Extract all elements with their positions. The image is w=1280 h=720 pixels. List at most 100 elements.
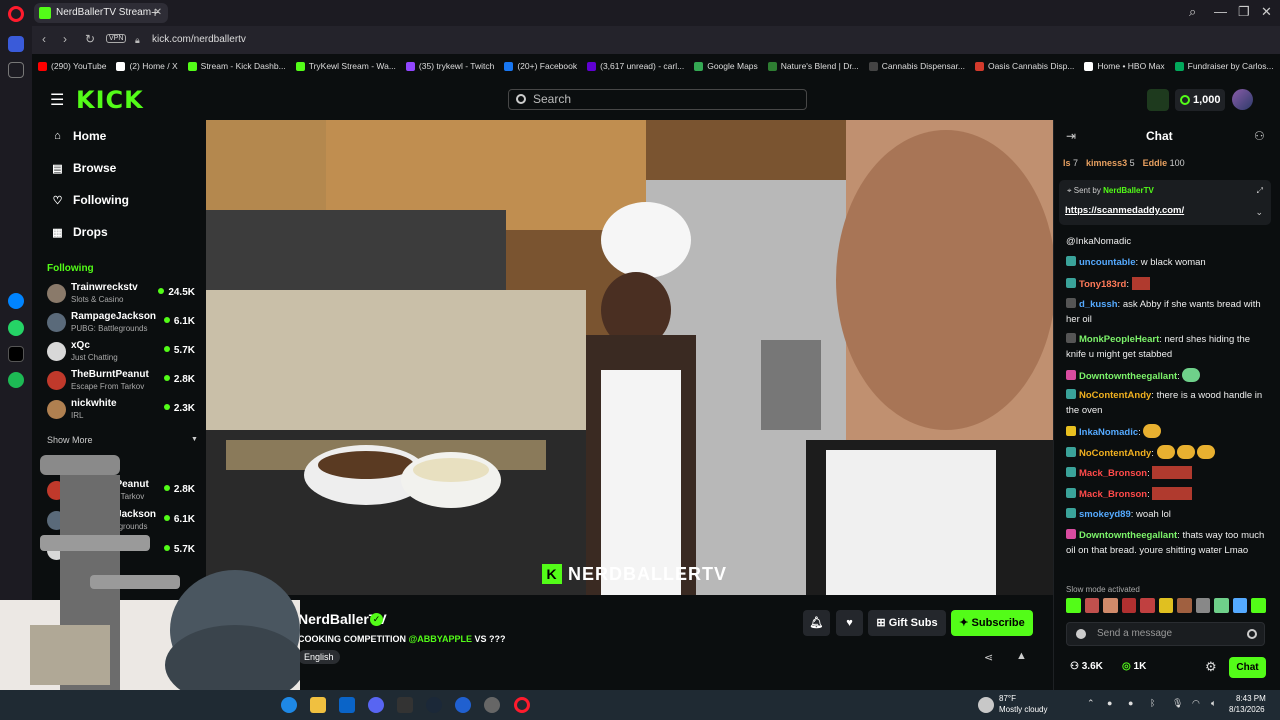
share-icon[interactable]: ⋖ bbox=[984, 651, 993, 664]
chat-message[interactable]: Downtowntheegallant: bbox=[1066, 368, 1270, 385]
emote-icon[interactable] bbox=[1195, 598, 1211, 613]
bookmark-item[interactable]: (20+) Facebook bbox=[504, 56, 577, 76]
chat-username[interactable]: Mack_Bronson bbox=[1079, 468, 1147, 479]
bookmark-item[interactable]: Google Maps bbox=[694, 56, 758, 76]
nav-item-browse[interactable]: ▤ Browse bbox=[52, 161, 116, 175]
chat-username[interactable]: NoContentAndy bbox=[1079, 448, 1151, 459]
vpn-badge[interactable]: VPN bbox=[106, 34, 127, 43]
search-input[interactable]: Search bbox=[508, 89, 807, 110]
discord-icon[interactable] bbox=[368, 697, 384, 713]
chat-username[interactable]: Tony183rd bbox=[1079, 279, 1126, 290]
pinned-message[interactable]: ⌖ Sent by NerdBallerTV https://scanmedad… bbox=[1059, 180, 1271, 225]
nav-item-home[interactable]: ⌂ Home bbox=[52, 129, 106, 143]
chat-send-button[interactable]: Chat bbox=[1229, 657, 1266, 678]
chat-username[interactable]: Mack_Bronson bbox=[1079, 489, 1147, 500]
report-icon[interactable]: ▲ bbox=[1016, 650, 1027, 662]
chat-message[interactable]: NoContentAndy: there is a wood handle in… bbox=[1066, 389, 1270, 418]
clock-time[interactable]: 8:43 PM bbox=[1236, 694, 1266, 703]
reload-icon[interactable]: ↻ bbox=[85, 32, 95, 46]
channel-item[interactable]: xQc Just Chatting 5.7K bbox=[47, 340, 197, 366]
url-input[interactable]: kick.com/nerdballertv bbox=[100, 30, 1250, 50]
tray-overflow-icon[interactable]: ⌃ bbox=[1087, 698, 1095, 709]
bookmark-item[interactable]: (2) Home / X bbox=[116, 56, 178, 76]
spotify-icon[interactable] bbox=[8, 372, 24, 388]
chat-message[interactable]: InkaNomadic: bbox=[1066, 424, 1270, 441]
pinned-link[interactable]: https://scanmedaddy.com/ bbox=[1065, 205, 1184, 216]
maximize-icon[interactable]: ❐ bbox=[1238, 4, 1250, 20]
emote-icon[interactable] bbox=[1232, 598, 1248, 613]
emote-icon[interactable] bbox=[1121, 598, 1137, 613]
bookmark-item[interactable]: Fundraiser by Carlos... bbox=[1174, 56, 1274, 76]
tray-app-icon[interactable]: ● bbox=[1128, 698, 1133, 708]
minimize-icon[interactable]: — bbox=[1214, 4, 1227, 19]
chat-users-icon[interactable]: ⚇ bbox=[1254, 129, 1265, 143]
opera-logo-icon[interactable] bbox=[8, 6, 24, 22]
nav-item-following[interactable]: ♡ Following bbox=[52, 193, 129, 207]
menu-icon[interactable]: ☰ bbox=[50, 90, 64, 110]
back-icon[interactable]: ‹ bbox=[42, 32, 46, 46]
bookmark-item[interactable]: Home • HBO Max bbox=[1084, 56, 1165, 76]
gear-icon[interactable]: ⚙ bbox=[1205, 659, 1217, 675]
show-more-link[interactable]: Show More bbox=[47, 435, 93, 445]
top-gifter[interactable]: kimness3 5 bbox=[1086, 153, 1135, 173]
chat-message[interactable]: d_kussh: ask Abby if she wants bread wit… bbox=[1066, 298, 1270, 327]
collapse-chat-icon[interactable]: ⇥ bbox=[1066, 129, 1076, 143]
subscribe-button[interactable]: ✦ Subscribe bbox=[951, 610, 1033, 636]
weather-desc[interactable]: Mostly cloudy bbox=[999, 705, 1047, 714]
emoji-icon[interactable] bbox=[1247, 629, 1257, 639]
wifi-icon[interactable]: ◠ bbox=[1192, 698, 1200, 709]
stream-title-mention[interactable]: @ABBYAPPLE bbox=[409, 634, 472, 644]
home-speed-dial-icon[interactable] bbox=[8, 36, 24, 52]
channel-item[interactable]: RampageJackson PUBG: Battlegrounds 6.1K bbox=[47, 311, 197, 337]
file-explorer-icon[interactable] bbox=[310, 697, 326, 713]
epic-games-icon[interactable] bbox=[397, 697, 413, 713]
volume-icon[interactable]: 🔈︎ bbox=[1211, 698, 1216, 709]
microphone-icon[interactable]: 🎙︎ bbox=[1172, 698, 1183, 709]
opera-taskbar-icon[interactable] bbox=[514, 697, 530, 713]
emote-icon[interactable] bbox=[1214, 598, 1229, 613]
settings-app-icon[interactable] bbox=[484, 697, 500, 713]
channel-item[interactable]: Trainwreckstv Slots & Casino 24.5K bbox=[47, 282, 197, 308]
bookmark-item[interactable]: TryKewl Stream - Wa... bbox=[295, 56, 396, 76]
chat-username[interactable]: InkaNomadic bbox=[1079, 427, 1138, 438]
chat-message[interactable]: Mack_Bronson: bbox=[1066, 487, 1270, 503]
channel-item[interactable]: TheBurntPeanut Escape From Tarkov 2.8K bbox=[47, 369, 197, 395]
unpin-icon[interactable]: ⤢ bbox=[1257, 186, 1263, 196]
chat-message[interactable]: uncountable: w black woman bbox=[1066, 256, 1270, 271]
chat-input[interactable]: Send a message bbox=[1066, 622, 1265, 646]
chat-message[interactable]: Tony183rd: bbox=[1066, 277, 1270, 293]
bookmark-item[interactable]: Nature's Blend | Dr... bbox=[767, 56, 859, 76]
emote-icon[interactable] bbox=[1251, 598, 1267, 613]
emote-icon[interactable] bbox=[1066, 598, 1081, 613]
channel-points[interactable]: ◎ 1K bbox=[1122, 661, 1146, 672]
ea-icon[interactable] bbox=[455, 697, 471, 713]
chat-message[interactable]: Mack_Bronson: bbox=[1066, 466, 1270, 482]
browser-tab[interactable]: NerdBallerTV Stream ✕ bbox=[34, 3, 168, 23]
chevron-down-icon[interactable]: ⌄ bbox=[1255, 207, 1263, 218]
chat-username[interactable]: Downtowntheegallant bbox=[1079, 371, 1177, 382]
points-button[interactable]: 1,000 bbox=[1175, 89, 1225, 111]
whatsapp-icon[interactable] bbox=[8, 320, 24, 336]
bookmark-item[interactable]: (290) YouTube bbox=[38, 56, 106, 76]
chat-username[interactable]: smokeyd89 bbox=[1079, 509, 1131, 520]
chat-message[interactable]: @InkaNomadic bbox=[1066, 235, 1270, 250]
language-tag[interactable]: English bbox=[298, 650, 340, 664]
top-gifter[interactable]: ls 7 bbox=[1063, 153, 1078, 173]
bookmark-item[interactable]: (3,617 unread) - carl... bbox=[587, 56, 684, 76]
video-player[interactable] bbox=[206, 120, 1053, 595]
tray-app-icon[interactable]: ● bbox=[1107, 698, 1112, 708]
search-tabs-icon[interactable]: ⌕ bbox=[1189, 4, 1196, 20]
chat-username[interactable]: d_kussh bbox=[1079, 299, 1118, 310]
new-tab-icon[interactable]: + bbox=[151, 4, 159, 20]
edge-icon[interactable] bbox=[281, 697, 297, 713]
outlook-icon[interactable] bbox=[339, 697, 355, 713]
chat-username[interactable]: MonkPeopleHeart bbox=[1079, 334, 1159, 345]
clock-date[interactable]: 8/13/2026 bbox=[1229, 705, 1265, 714]
user-avatar[interactable] bbox=[1232, 89, 1253, 110]
emote-icon[interactable] bbox=[1084, 598, 1100, 613]
kick-logo[interactable]: KICK bbox=[76, 86, 144, 114]
emote-icon[interactable] bbox=[1158, 598, 1174, 613]
chat-identity-icon[interactable] bbox=[1076, 629, 1086, 639]
follow-button[interactable]: ♥ bbox=[836, 610, 863, 636]
channel-item[interactable]: nickwhite IRL 2.3K bbox=[47, 398, 197, 424]
